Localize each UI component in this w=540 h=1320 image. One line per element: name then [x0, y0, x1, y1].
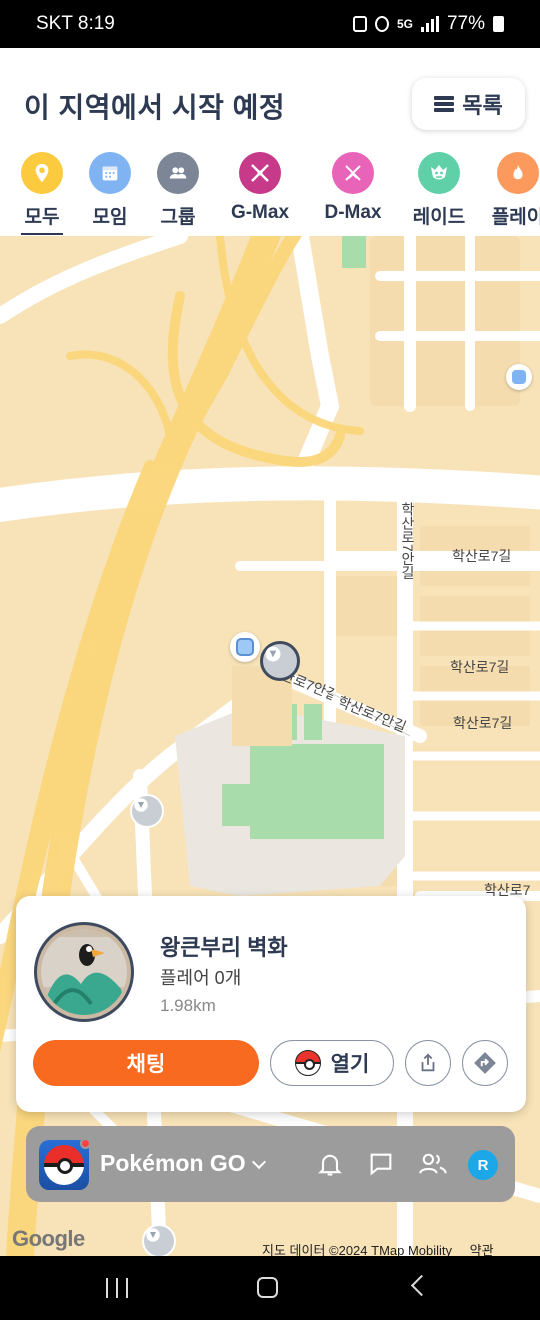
map-marker-gym-icon[interactable]: [230, 632, 260, 662]
list-button[interactable]: 목록: [412, 78, 525, 130]
map-data-credit: 지도 데이터 ©2024 TMap Mobility: [262, 1243, 453, 1256]
alarm-icon: [374, 16, 389, 32]
location-pin-icon: [21, 152, 63, 194]
category-meetup[interactable]: 모임: [89, 146, 131, 229]
battery-icon: [493, 16, 504, 32]
toucan-mural-image: [41, 929, 127, 1015]
network-type: 5G: [396, 17, 413, 31]
category-dmax[interactable]: D-Max: [317, 146, 389, 224]
gmax-icon: [239, 152, 281, 194]
category-label: 플레이: [491, 207, 540, 228]
category-filter-bar: 모두 모임 그룹 G-Max D-Max 레이드 플레이: [0, 146, 540, 236]
app-selector[interactable]: Pokémon GO: [100, 1150, 266, 1177]
notification-dot: [80, 1138, 91, 1149]
share-icon: [421, 1053, 435, 1072]
map-terms-link[interactable]: 약관: [470, 1243, 494, 1256]
category-label: 그룹: [160, 207, 196, 228]
map-marker-pokestop-icon[interactable]: [506, 364, 532, 390]
open-button-label: 열기: [330, 1053, 370, 1076]
profile-avatar[interactable]: R: [468, 1150, 498, 1180]
category-group[interactable]: 그룹: [157, 146, 199, 229]
fire-icon: [497, 152, 539, 194]
home-icon[interactable]: [257, 1277, 278, 1298]
status-icons: 5G 77%: [352, 13, 504, 35]
battery-percent: 77%: [446, 13, 485, 34]
bell-icon[interactable]: [316, 1150, 344, 1178]
chevron-down-icon: [251, 1154, 266, 1170]
player-count: 플레어 0개: [160, 968, 242, 988]
dmax-icon: [332, 152, 374, 194]
street-label: 학산로7안길: [400, 502, 416, 580]
place-name: 왕큰부리 벽화: [160, 935, 288, 960]
category-raid[interactable]: 레이드: [413, 146, 465, 229]
sim-icon: [352, 16, 367, 32]
calendar-icon: [89, 152, 131, 194]
street-label: 학산로7길: [450, 659, 510, 675]
street-label: 학산로7길: [452, 548, 512, 564]
page-title: 이 지역에서 시작 예정: [24, 92, 286, 123]
system-nav-bar: [0, 1256, 540, 1320]
category-gmax[interactable]: G-Max: [224, 146, 296, 224]
app-name: Pokémon GO: [100, 1150, 246, 1176]
category-label: D-Max: [324, 202, 382, 223]
category-label: 모임: [92, 207, 128, 228]
pokeball-icon: [294, 1050, 321, 1076]
map-marker-gray-icon[interactable]: [130, 794, 164, 828]
map-marker-bottom-icon[interactable]: [142, 1224, 176, 1256]
chat-bubble-icon[interactable]: [367, 1150, 395, 1178]
directions-icon: [474, 1052, 496, 1074]
category-all[interactable]: 모두: [21, 146, 63, 229]
chat-button[interactable]: 채팅: [33, 1040, 259, 1086]
status-bar: SKT 8:19 5G 77%: [0, 0, 540, 48]
category-play[interactable]: 플레이: [492, 146, 540, 229]
list-icon: [434, 96, 455, 112]
friends-icon[interactable]: [418, 1150, 448, 1178]
place-card[interactable]: 왕큰부리 벽화 플레어 0개 1.98km 채팅 열기: [16, 896, 526, 1112]
open-in-app-button[interactable]: 열기: [270, 1040, 394, 1086]
carrier-time: SKT 8:19: [36, 13, 115, 34]
category-label: 모두: [24, 207, 60, 228]
distance: 1.98km: [160, 996, 216, 1015]
street-label: 학산로7길: [453, 715, 513, 731]
app-switcher-bar[interactable]: Pokémon GO R: [26, 1126, 515, 1202]
list-button-label: 목록: [462, 93, 503, 118]
category-label: G-Max: [230, 202, 290, 223]
google-logo: Google: [12, 1226, 85, 1251]
category-label: 레이드: [412, 207, 466, 228]
selected-underline: [21, 233, 63, 235]
map-credit: 지도 데이터 ©2024 TMap Mobility 약관: [262, 1240, 494, 1256]
signal-icon: [420, 16, 439, 32]
raid-monster-icon: [418, 152, 460, 194]
directions-button[interactable]: [462, 1040, 508, 1086]
map-marker-selected-icon[interactable]: [260, 641, 300, 681]
people-icon: [157, 152, 199, 194]
header: 이 지역에서 시작 예정 목록: [0, 48, 540, 146]
share-button[interactable]: [405, 1040, 451, 1086]
recents-icon[interactable]: [106, 1278, 128, 1298]
back-icon[interactable]: [410, 1274, 433, 1297]
place-avatar: [34, 922, 134, 1022]
